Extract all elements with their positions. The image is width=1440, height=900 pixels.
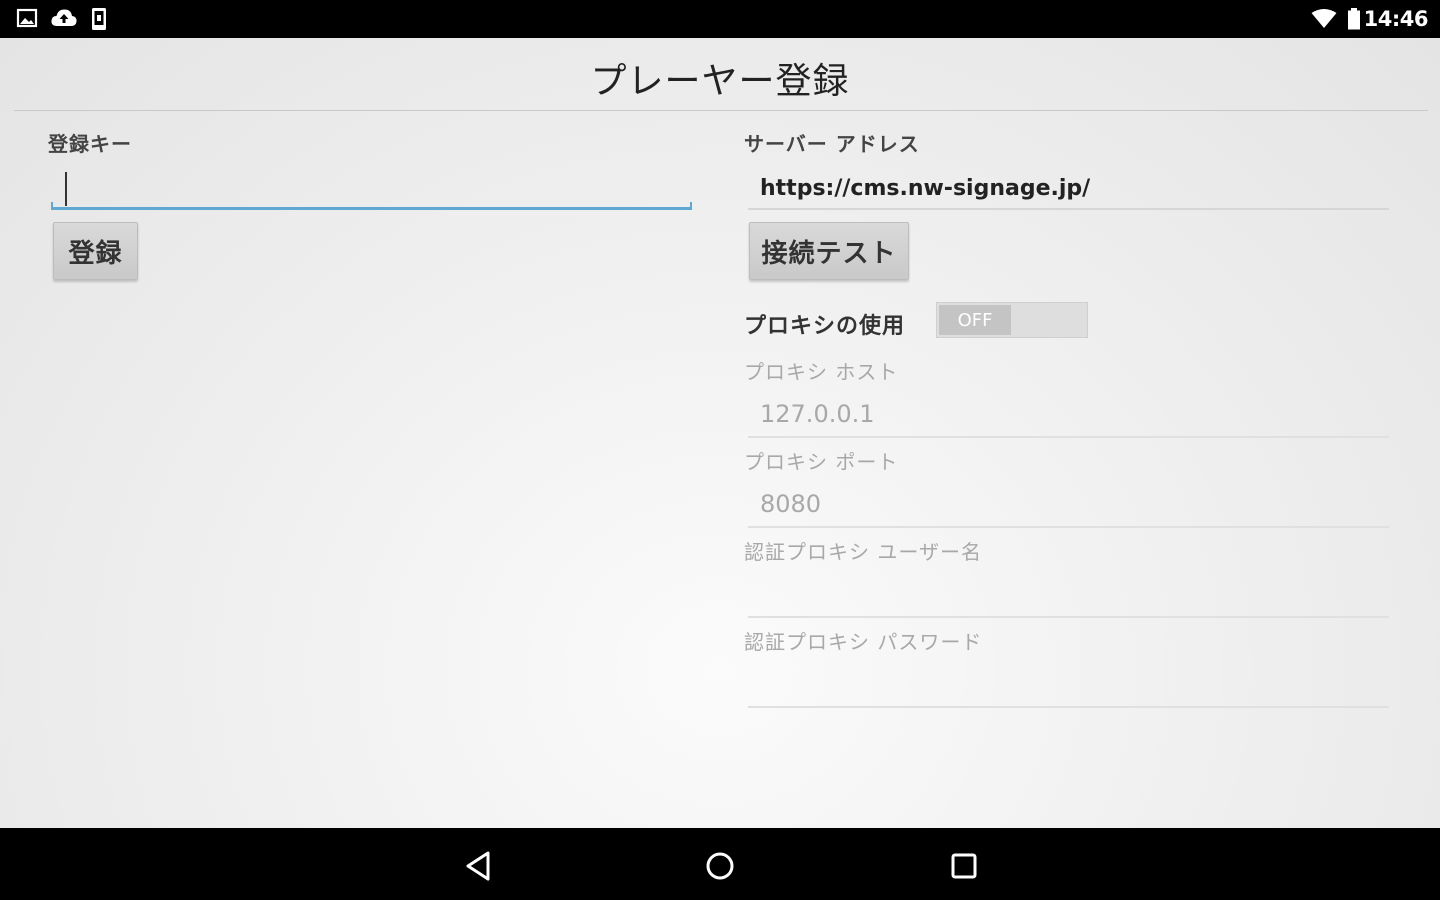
proxy-toggle-thumb: OFF bbox=[939, 305, 1011, 335]
navigation-bar bbox=[0, 828, 1440, 900]
server-address-value: https://cms.nw-signage.jp/ bbox=[760, 176, 1091, 201]
wifi-icon bbox=[1311, 9, 1337, 33]
text-caret bbox=[65, 172, 67, 206]
status-time: 14:46 bbox=[1363, 7, 1429, 31]
image-icon bbox=[16, 7, 38, 33]
proxy-host-value: 127.0.0.1 bbox=[760, 400, 875, 428]
cloud-upload-icon bbox=[50, 7, 78, 33]
register-button[interactable]: 登録 bbox=[53, 222, 138, 280]
registration-key-label: 登録キー bbox=[48, 132, 132, 156]
page-title: プレーヤー登録 bbox=[590, 61, 850, 102]
proxy-use-label: プロキシの使用 bbox=[744, 314, 906, 339]
recents-icon[interactable] bbox=[944, 846, 984, 886]
server-address-label: サーバー アドレス bbox=[744, 132, 920, 156]
battery-icon bbox=[1347, 8, 1361, 34]
title-divider bbox=[14, 110, 1428, 111]
proxy-port-value: 8080 bbox=[760, 490, 822, 518]
proxy-password-input[interactable] bbox=[748, 668, 1389, 708]
proxy-username-input[interactable] bbox=[748, 578, 1389, 618]
server-address-input[interactable]: https://cms.nw-signage.jp/ bbox=[748, 170, 1389, 210]
status-bar: 14:46 bbox=[0, 0, 1440, 38]
proxy-host-label: プロキシ ホスト bbox=[744, 360, 899, 384]
proxy-port-input[interactable]: 8080 bbox=[748, 488, 1389, 528]
app-content: プレーヤー登録 登録キー 登録 サーバー アドレス https://cms.nw… bbox=[0, 38, 1440, 828]
proxy-port-label: プロキシ ポート bbox=[744, 450, 899, 474]
home-icon[interactable] bbox=[700, 846, 740, 886]
registration-key-input[interactable] bbox=[51, 170, 692, 210]
proxy-toggle[interactable]: OFF bbox=[936, 302, 1088, 338]
proxy-host-input[interactable]: 127.0.0.1 bbox=[748, 398, 1389, 438]
proxy-password-label: 認証プロキシ パスワード bbox=[744, 630, 983, 654]
phone-icon bbox=[90, 7, 108, 35]
back-icon[interactable] bbox=[458, 846, 498, 886]
connection-test-button[interactable]: 接続テスト bbox=[749, 222, 909, 280]
proxy-username-label: 認証プロキシ ユーザー名 bbox=[744, 540, 982, 564]
